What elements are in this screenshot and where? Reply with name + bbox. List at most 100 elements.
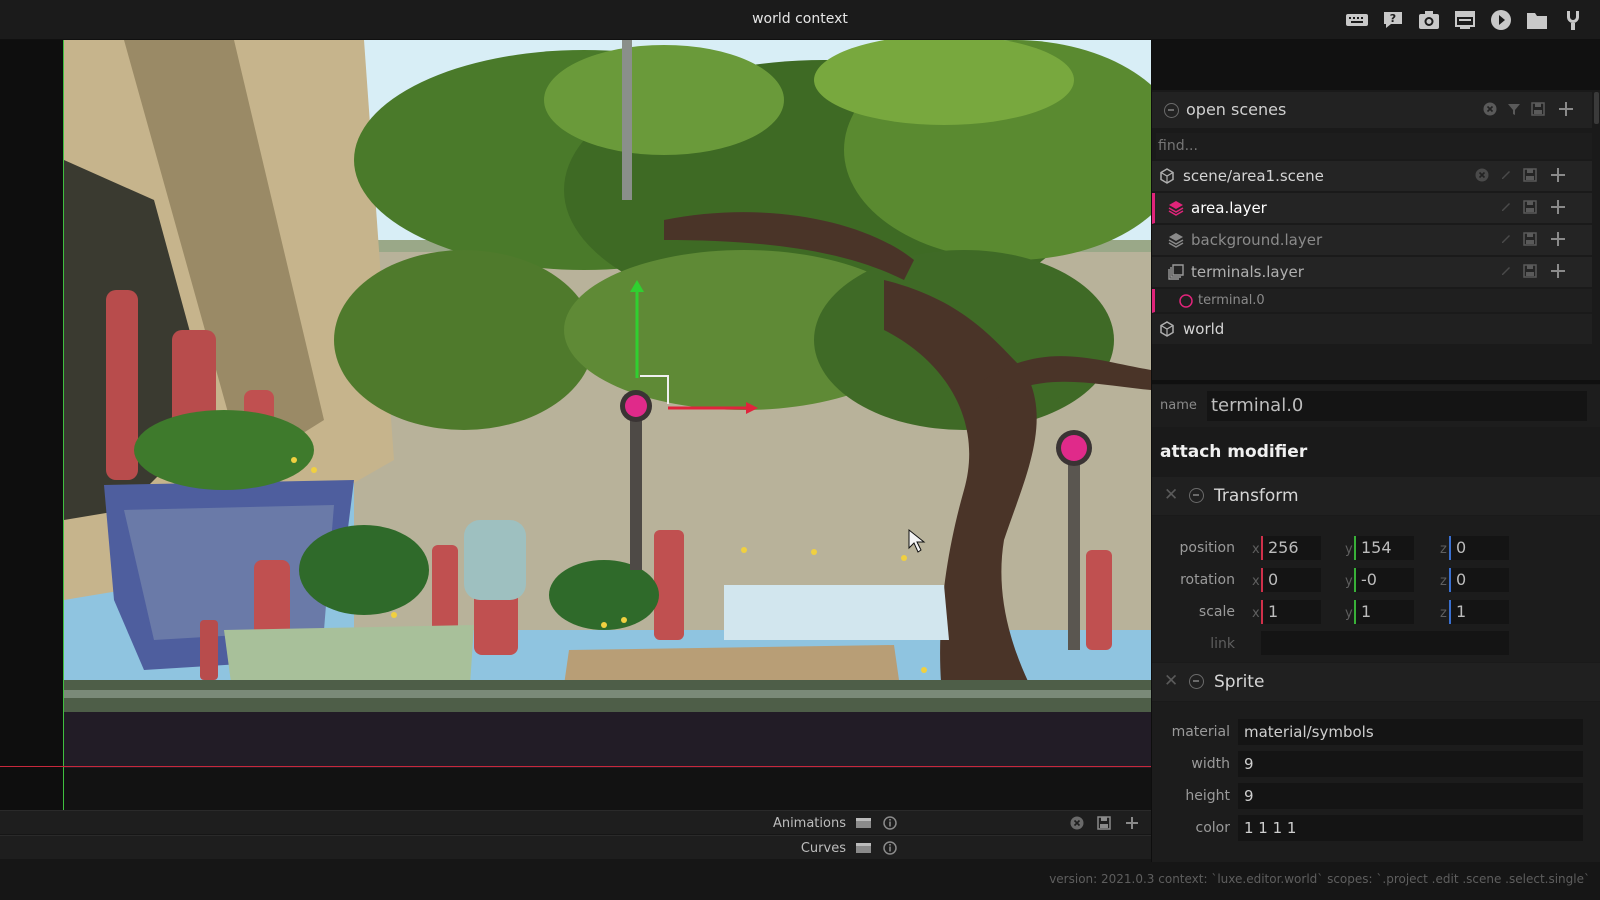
- transform-header[interactable]: ✕ Transform: [1152, 477, 1600, 515]
- tree-item-background-layer[interactable]: background.layer: [1152, 225, 1592, 256]
- play-icon[interactable]: [1488, 7, 1514, 33]
- tree-item-label: background.layer: [1191, 231, 1323, 249]
- tree-item-terminal-0[interactable]: terminal.0: [1152, 289, 1592, 313]
- position-z-field[interactable]: 0: [1449, 536, 1509, 560]
- animations-label: Animations: [772, 816, 846, 831]
- tree-item-label: world: [1183, 320, 1225, 338]
- panel-top-area: [1152, 40, 1600, 90]
- rotation-x-field[interactable]: 0: [1261, 568, 1321, 592]
- tree-item-area-layer[interactable]: area.layer: [1152, 193, 1592, 224]
- save-icon[interactable]: [1096, 816, 1111, 830]
- close-icon[interactable]: [1069, 816, 1084, 830]
- material-field[interactable]: material/symbols: [1238, 719, 1583, 745]
- color-field[interactable]: 1 1 1 1: [1238, 815, 1583, 841]
- collapse-icon[interactable]: [1189, 674, 1204, 689]
- editor-window: world context ? Animations Curves versio…: [0, 0, 1600, 900]
- world-bounds-area: [64, 712, 1151, 768]
- scale-y-field[interactable]: 1: [1354, 600, 1414, 624]
- link-label: link: [1210, 636, 1235, 652]
- axis-x-label: x: [1252, 574, 1260, 589]
- name-row: name terminal.0: [1152, 385, 1600, 427]
- scale-label: scale: [1198, 604, 1235, 620]
- remove-modifier-icon[interactable]: ✕: [1164, 485, 1178, 505]
- position-x-field[interactable]: 256: [1261, 536, 1321, 560]
- scale-x-field[interactable]: 1: [1261, 600, 1321, 624]
- panel-toggle-icon[interactable]: [856, 841, 871, 855]
- save-icon[interactable]: [1530, 102, 1546, 118]
- cube-icon: [1160, 168, 1174, 188]
- position-label: position: [1179, 540, 1235, 556]
- edit-icon[interactable]: [1498, 232, 1514, 248]
- save-icon[interactable]: [1522, 200, 1538, 216]
- transform-title: Transform: [1214, 486, 1299, 506]
- settings-icon[interactable]: [1560, 7, 1586, 33]
- tree-item-world[interactable]: world: [1152, 314, 1592, 345]
- save-icon[interactable]: [1522, 264, 1538, 280]
- add-icon[interactable]: [1124, 816, 1139, 830]
- scrollbar-thumb[interactable]: [1594, 92, 1599, 124]
- axis-z-label: z: [1440, 574, 1447, 589]
- width-label: width: [1191, 756, 1230, 772]
- folder-icon[interactable]: [1524, 7, 1550, 33]
- axis-y-label: y: [1345, 606, 1353, 621]
- svg-text:?: ?: [1390, 12, 1396, 25]
- width-field[interactable]: 9: [1238, 751, 1583, 777]
- add-icon[interactable]: [1558, 101, 1574, 117]
- collapse-icon[interactable]: [1189, 488, 1204, 503]
- close-icon[interactable]: [1474, 168, 1490, 184]
- sprite-title: Sprite: [1214, 672, 1265, 692]
- scale-z-field[interactable]: 1: [1449, 600, 1509, 624]
- height-field[interactable]: 9: [1238, 783, 1583, 809]
- attach-modifier-label[interactable]: attach modifier: [1160, 442, 1307, 462]
- circle-icon: [1179, 294, 1193, 312]
- open-scenes-title: open scenes: [1186, 100, 1287, 119]
- name-input[interactable]: terminal.0: [1207, 391, 1587, 421]
- camera-icon[interactable]: [1416, 7, 1442, 33]
- link-field[interactable]: [1261, 631, 1509, 655]
- close-icon[interactable]: [1482, 102, 1498, 118]
- scene-canvas[interactable]: [64, 40, 1151, 712]
- collapse-icon[interactable]: [1164, 103, 1179, 118]
- filter-icon[interactable]: [1506, 102, 1522, 118]
- curves-row: Curves: [0, 835, 1151, 859]
- info-icon[interactable]: [882, 816, 897, 830]
- add-icon[interactable]: [1550, 167, 1566, 183]
- add-icon[interactable]: [1550, 231, 1566, 247]
- save-icon[interactable]: [1522, 168, 1538, 184]
- add-icon[interactable]: [1550, 263, 1566, 279]
- tree-item-scene[interactable]: scene/area1.scene: [1152, 161, 1592, 192]
- tree-item-label: terminal.0: [1198, 293, 1265, 308]
- cube-icon: [1160, 321, 1174, 341]
- rotation-y-field[interactable]: -0: [1354, 568, 1414, 592]
- edit-icon[interactable]: [1498, 168, 1514, 184]
- status-text: version: 2021.0.3 context: `luxe.editor.…: [1049, 872, 1590, 886]
- add-icon[interactable]: [1550, 199, 1566, 215]
- monitor-icon[interactable]: [1452, 7, 1478, 33]
- transform-body: position x 256 y 154 z 0 rotation x 0 y …: [1152, 516, 1600, 662]
- tree-item-label: scene/area1.scene: [1183, 167, 1324, 185]
- layers-icon: [1168, 264, 1184, 284]
- rotation-z-field[interactable]: 0: [1449, 568, 1509, 592]
- axis-z-label: z: [1440, 542, 1447, 557]
- position-y-field[interactable]: 154: [1354, 536, 1414, 560]
- save-icon[interactable]: [1522, 232, 1538, 248]
- info-icon[interactable]: [882, 841, 897, 855]
- help-icon[interactable]: ?: [1380, 7, 1406, 33]
- world-viewport[interactable]: [0, 40, 1151, 810]
- scene-find-input[interactable]: [1156, 133, 1592, 159]
- edit-icon[interactable]: [1498, 264, 1514, 280]
- viewport-margin: [0, 40, 63, 810]
- keyboard-icon[interactable]: [1344, 7, 1370, 33]
- attach-modifier-row[interactable]: attach modifier: [1152, 430, 1600, 474]
- sprite-header[interactable]: ✕ Sprite: [1152, 663, 1600, 701]
- scrollbar[interactable]: [1592, 90, 1600, 380]
- tree-item-terminals-layer[interactable]: terminals.layer: [1152, 257, 1592, 288]
- edit-icon[interactable]: [1498, 200, 1514, 216]
- color-label: color: [1195, 820, 1230, 836]
- open-scenes-header[interactable]: open scenes: [1152, 92, 1592, 128]
- rotation-label: rotation: [1180, 572, 1235, 588]
- title-bar: world context ?: [0, 0, 1600, 40]
- panel-toggle-icon[interactable]: [856, 816, 871, 830]
- remove-modifier-icon[interactable]: ✕: [1164, 671, 1178, 691]
- axis-x-label: x: [1252, 606, 1260, 621]
